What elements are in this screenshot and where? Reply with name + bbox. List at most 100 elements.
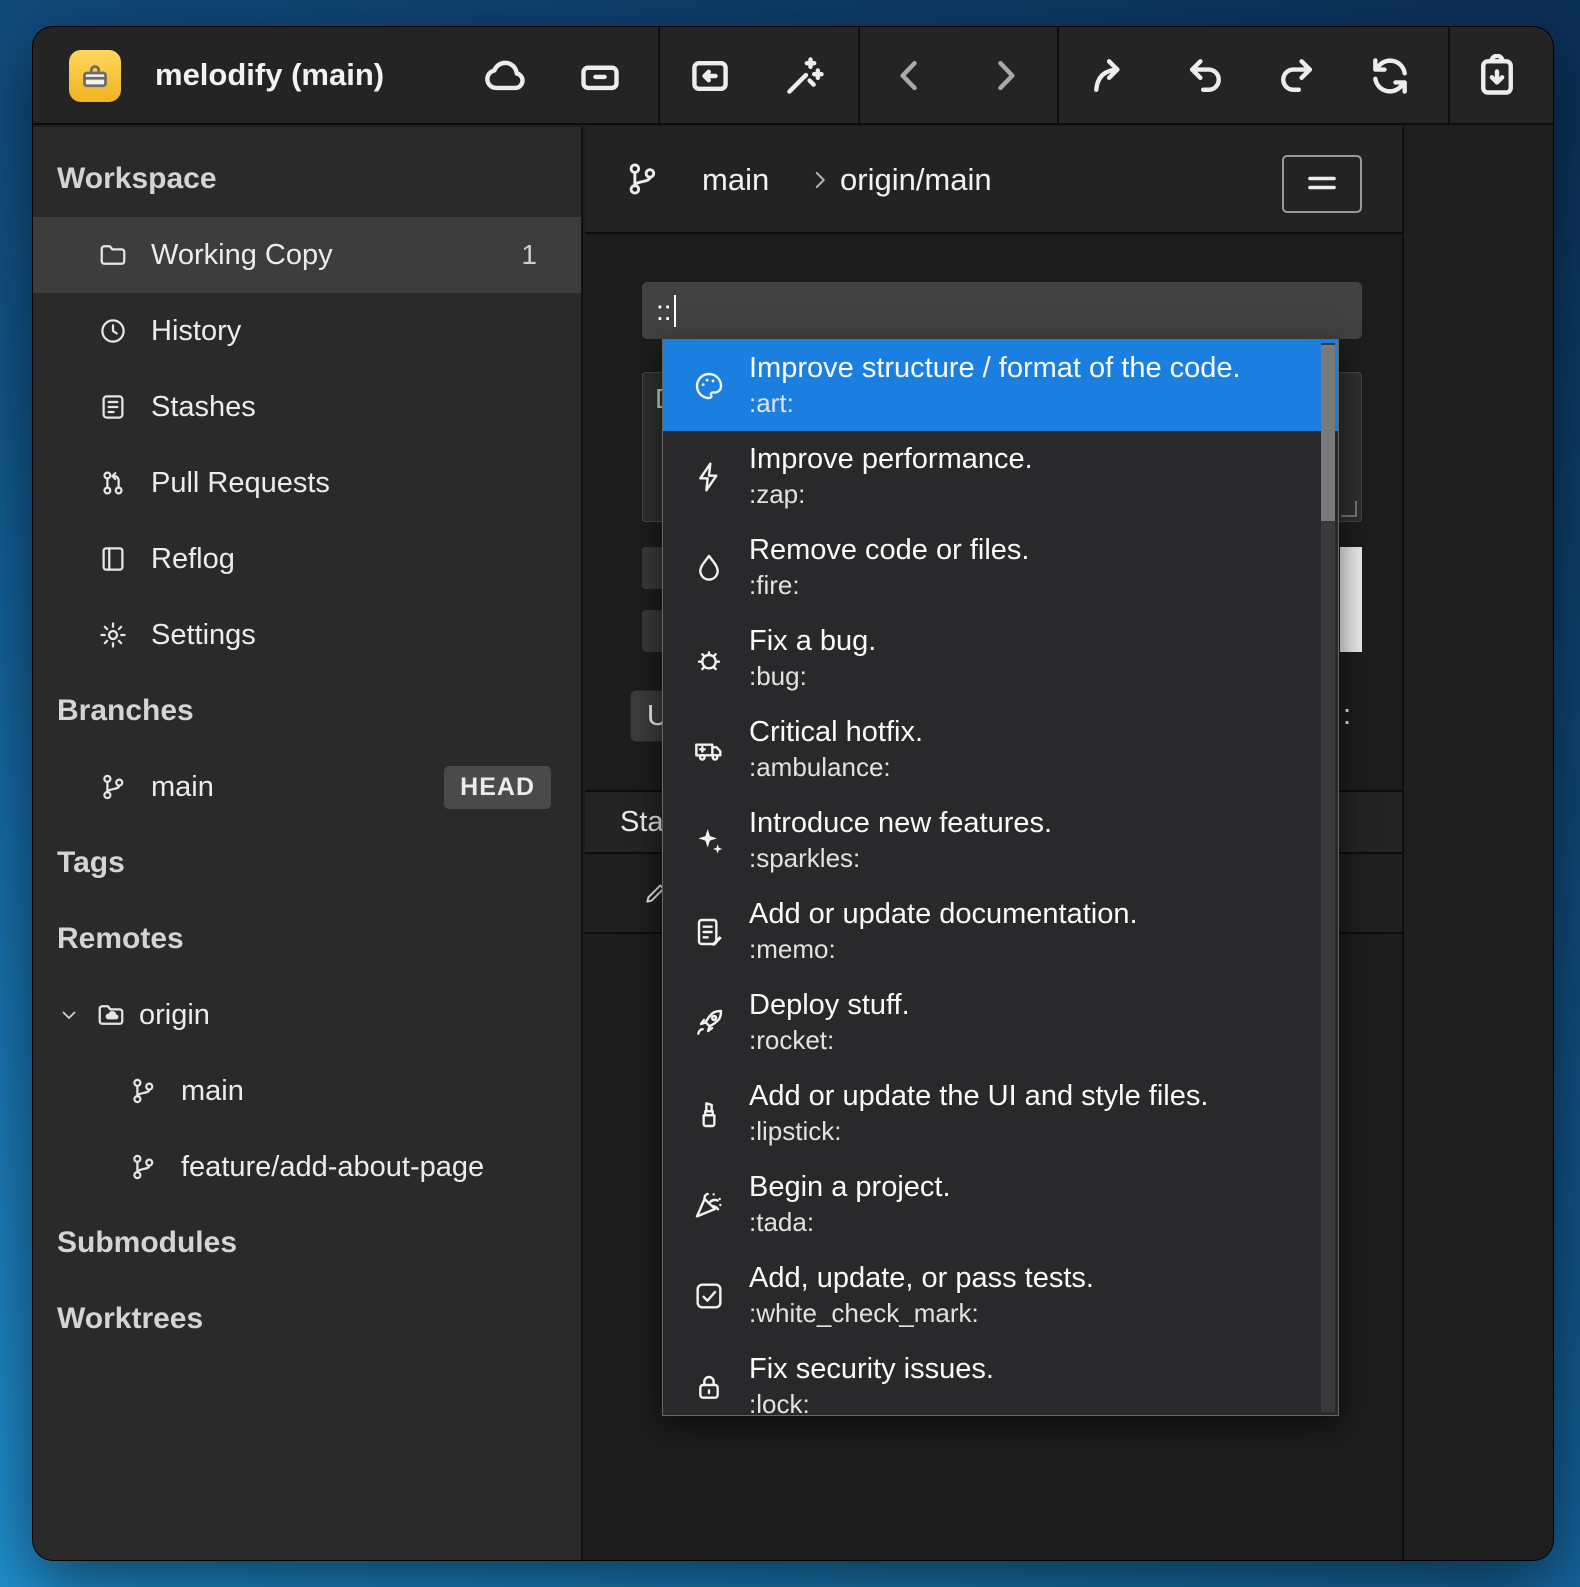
sidebar-item-pull-requests[interactable]: Pull Requests bbox=[33, 445, 581, 521]
gitmoji-code: :bug: bbox=[749, 660, 876, 694]
history-icon bbox=[97, 315, 129, 347]
gitmoji-option-lipstick[interactable]: Add or update the UI and style files.:li… bbox=[663, 1068, 1338, 1159]
tada-icon bbox=[691, 1187, 727, 1223]
gitmoji-code: :lipstick: bbox=[749, 1115, 1208, 1149]
gitmoji-label: Improve performance. bbox=[749, 441, 1033, 479]
gitmoji-label: Add or update documentation. bbox=[749, 896, 1138, 934]
gitmoji-code: :white_check_mark: bbox=[749, 1297, 1094, 1331]
reflog-icon bbox=[97, 543, 129, 575]
sidebar-item-branch-main[interactable]: main HEAD bbox=[33, 749, 581, 825]
resize-handle[interactable] bbox=[1341, 501, 1357, 517]
gitmoji-option-memo[interactable]: Add or update documentation.:memo: bbox=[663, 886, 1338, 977]
drawer-icon[interactable] bbox=[577, 53, 623, 99]
dropdown-scrollbar-thumb[interactable] bbox=[1321, 345, 1335, 521]
commit-subject-input[interactable]: :: bbox=[642, 282, 1362, 339]
zap-icon bbox=[691, 459, 727, 495]
sidebar-section-workspace: Workspace bbox=[33, 141, 581, 217]
menu-button[interactable] bbox=[1282, 155, 1362, 213]
sidebar-item-working-copy[interactable]: Working Copy 1 bbox=[33, 217, 581, 293]
gitmoji-option-tada[interactable]: Begin a project.:tada: bbox=[663, 1159, 1338, 1250]
chevron-right-icon bbox=[807, 167, 833, 193]
gitmoji-code: :tada: bbox=[749, 1206, 951, 1240]
toolbar-divider bbox=[1448, 27, 1450, 123]
gitmoji-option-art[interactable]: Improve structure / format of the code.:… bbox=[663, 340, 1338, 431]
breadcrumb-upstream-branch[interactable]: origin/main bbox=[840, 127, 992, 234]
sidebar-item-label: Settings bbox=[151, 619, 256, 652]
redo-arrow-icon[interactable] bbox=[1274, 53, 1320, 99]
stash-icon bbox=[97, 391, 129, 423]
gitmoji-autocomplete-dropdown: Improve structure / format of the code.:… bbox=[662, 339, 1339, 1416]
gitmoji-label: Remove code or files. bbox=[749, 532, 1029, 570]
gitmoji-code: :sparkles: bbox=[749, 842, 1052, 876]
box-return-arrow-icon[interactable] bbox=[687, 53, 733, 99]
gitmoji-code: :rocket: bbox=[749, 1024, 910, 1058]
sidebar-item-label: origin bbox=[139, 999, 210, 1032]
gitmoji-code: :zap: bbox=[749, 478, 1033, 512]
bug-icon bbox=[691, 641, 727, 677]
hamburger-icon bbox=[1304, 165, 1340, 204]
head-badge: HEAD bbox=[444, 766, 551, 809]
back-chevron-icon[interactable] bbox=[887, 53, 933, 99]
gitmoji-label: Add or update the UI and style files. bbox=[749, 1078, 1208, 1116]
cloud-icon[interactable] bbox=[482, 53, 528, 99]
sidebar-item-stashes[interactable]: Stashes bbox=[33, 369, 581, 445]
branch-icon bbox=[127, 1075, 159, 1107]
partial-scrollbar[interactable] bbox=[1340, 547, 1362, 652]
chevron-down-icon[interactable] bbox=[57, 1002, 83, 1028]
branch-header-bar: main origin/main bbox=[585, 127, 1402, 234]
sidebar-item-history[interactable]: History bbox=[33, 293, 581, 369]
magic-wand-icon[interactable] bbox=[782, 53, 828, 99]
sync-icon[interactable] bbox=[1367, 53, 1413, 99]
sidebar-item-label: main bbox=[151, 771, 214, 804]
gitmoji-option-zap[interactable]: Improve performance.:zap: bbox=[663, 431, 1338, 522]
commit-subject-value: :: bbox=[656, 295, 672, 327]
branch-icon bbox=[623, 160, 661, 198]
forward-chevron-icon[interactable] bbox=[982, 53, 1028, 99]
gitmoji-option-bug[interactable]: Fix a bug.:bug: bbox=[663, 613, 1338, 704]
sidebar-item-label: Stashes bbox=[151, 391, 256, 424]
toolbar-divider bbox=[858, 27, 860, 123]
app-window: melodify (main) Workspace bbox=[33, 27, 1553, 1560]
breadcrumb-current-branch[interactable]: main bbox=[702, 127, 769, 234]
sidebar-item-reflog[interactable]: Reflog bbox=[33, 521, 581, 597]
toolbar-divider bbox=[1057, 27, 1059, 123]
sidebar-item-label: feature/add-about-page bbox=[181, 1151, 484, 1184]
sidebar-item-label: main bbox=[181, 1075, 244, 1108]
text-caret bbox=[674, 295, 676, 327]
sidebar-item-label: Pull Requests bbox=[151, 467, 330, 500]
sidebar-item-label: Reflog bbox=[151, 543, 235, 576]
gitmoji-option-sparkles[interactable]: Introduce new features.:sparkles: bbox=[663, 795, 1338, 886]
gitmoji-label: Deploy stuff. bbox=[749, 987, 910, 1025]
sidebar-item-settings[interactable]: Settings bbox=[33, 597, 581, 673]
rocket-icon bbox=[691, 1005, 727, 1041]
gitmoji-label: Add, update, or pass tests. bbox=[749, 1260, 1094, 1298]
sidebar-item-remote-feature-add-about-page[interactable]: feature/add-about-page bbox=[33, 1129, 581, 1205]
lock-icon bbox=[691, 1369, 727, 1405]
gitmoji-label: Improve structure / format of the code. bbox=[749, 350, 1241, 388]
sidebar: Workspace Working Copy 1 History Stashes… bbox=[33, 127, 583, 1560]
titlebar: melodify (main) bbox=[33, 27, 1553, 125]
gitmoji-code: :lock: bbox=[749, 1388, 994, 1416]
sidebar-item-remote-main[interactable]: main bbox=[33, 1053, 581, 1129]
share-arrow-icon[interactable] bbox=[1087, 53, 1133, 99]
gitmoji-label: Fix a bug. bbox=[749, 623, 876, 661]
staged-files-header-label: Sta bbox=[620, 806, 664, 839]
gitmoji-option-rocket[interactable]: Deploy stuff.:rocket: bbox=[663, 977, 1338, 1068]
sidebar-section-branches: Branches bbox=[33, 673, 581, 749]
gitmoji-option-ambulance[interactable]: Critical hotfix.:ambulance: bbox=[663, 704, 1338, 795]
fire-icon bbox=[691, 550, 727, 586]
lipstick-icon bbox=[691, 1096, 727, 1132]
gitmoji-code: :art: bbox=[749, 387, 1241, 421]
sidebar-item-label: Working Copy bbox=[151, 239, 333, 272]
main-panel: main origin/main :: D U : Sta bbox=[585, 127, 1553, 1560]
sidebar-item-remote-origin[interactable]: origin bbox=[33, 977, 581, 1053]
dropdown-scrollbar[interactable] bbox=[1321, 343, 1335, 1412]
gitmoji-code: :ambulance: bbox=[749, 751, 923, 785]
gitmoji-label: Begin a project. bbox=[749, 1169, 951, 1207]
gitmoji-option-fire[interactable]: Remove code or files.:fire: bbox=[663, 522, 1338, 613]
clipboard-download-icon[interactable] bbox=[1474, 53, 1520, 99]
gitmoji-option-white-check-mark[interactable]: Add, update, or pass tests.:white_check_… bbox=[663, 1250, 1338, 1341]
gitmoji-label: Introduce new features. bbox=[749, 805, 1052, 843]
gitmoji-option-lock[interactable]: Fix security issues.:lock: bbox=[663, 1341, 1338, 1416]
undo-arrow-icon[interactable] bbox=[1182, 53, 1228, 99]
